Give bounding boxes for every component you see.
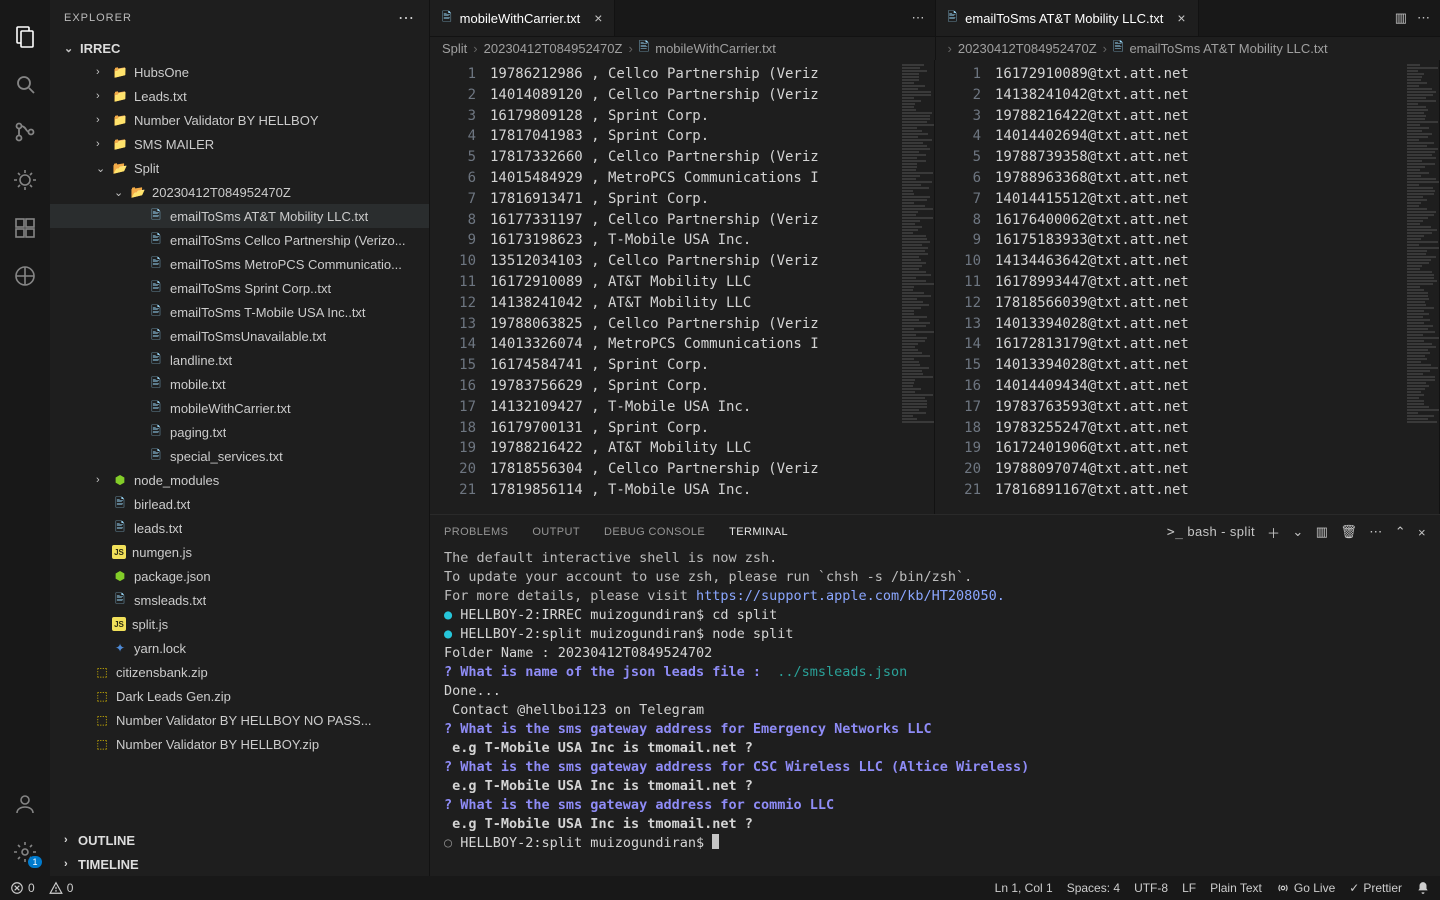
breadcrumb-right[interactable]: ›20230412T084952470Z› 🖹emailToSms AT&T M… <box>935 36 1440 60</box>
settings-badge: 1 <box>28 856 41 868</box>
terminal-output[interactable]: The default interactive shell is now zsh… <box>430 549 1440 876</box>
panel-tab-debug[interactable]: DEBUG CONSOLE <box>604 526 705 538</box>
tree-item[interactable]: 🖹mobile.txt <box>50 372 429 396</box>
panel-tab-output[interactable]: OUTPUT <box>532 526 580 538</box>
status-golive[interactable]: Go Live <box>1276 881 1335 895</box>
panel-tab-terminal[interactable]: TERMINAL <box>729 526 788 538</box>
terminal-dropdown-icon[interactable]: ⌄ <box>1292 524 1303 540</box>
maximize-panel-icon[interactable]: ⌃ <box>1395 524 1406 540</box>
remote-icon[interactable] <box>11 262 39 290</box>
status-eol[interactable]: LF <box>1182 881 1196 895</box>
explorer-sidebar: EXPLORER ⋯ ⌄IRREC ›📁HubsOne›📁Leads.txt›📁… <box>50 0 430 876</box>
tree-item[interactable]: 🖹emailToSms AT&T Mobility LLC.txt <box>50 204 429 228</box>
status-encoding[interactable]: UTF-8 <box>1134 881 1168 895</box>
settings-icon[interactable]: 1 <box>11 838 39 866</box>
tree-item[interactable]: ›⬢node_modules <box>50 468 429 492</box>
tree-item[interactable]: 🖹emailToSmsUnavailable.txt <box>50 324 429 348</box>
tree-item[interactable]: 🖹smsleads.txt <box>50 588 429 612</box>
status-warnings[interactable]: 0 <box>49 881 74 895</box>
tree-item[interactable]: ⬚Dark Leads Gen.zip <box>50 684 429 708</box>
more-icon[interactable]: ⋯ <box>912 10 925 26</box>
terminal-shell-label[interactable]: >_ bash - split <box>1167 524 1255 540</box>
tree-item[interactable]: 🖹mobileWithCarrier.txt <box>50 396 429 420</box>
tree-item[interactable]: ⬚Number Validator BY HELLBOY.zip <box>50 732 429 756</box>
more-icon[interactable]: ⋯ <box>1417 10 1430 26</box>
source-control-icon[interactable] <box>11 118 39 146</box>
new-terminal-icon[interactable]: ＋ <box>1267 523 1280 542</box>
status-language[interactable]: Plain Text <box>1210 881 1262 895</box>
tree-item[interactable]: 🖹emailToSms Cellco Partnership (Verizo..… <box>50 228 429 252</box>
tree-item[interactable]: ⬢package.json <box>50 564 429 588</box>
editor-right[interactable]: 123456789101112131415161718192021 161729… <box>935 60 1440 514</box>
account-icon[interactable] <box>11 790 39 818</box>
explorer-more-icon[interactable]: ⋯ <box>398 8 415 28</box>
more-icon[interactable]: ⋯ <box>1369 524 1382 540</box>
file-tree: ›📁HubsOne›📁Leads.txt›📁Number Validator B… <box>50 60 429 828</box>
status-ln-col[interactable]: Ln 1, Col 1 <box>995 881 1053 895</box>
outline-section[interactable]: ›OUTLINE <box>50 828 429 852</box>
close-icon[interactable]: × <box>594 10 602 26</box>
tree-item[interactable]: 🖹leads.txt <box>50 516 429 540</box>
panel-tab-problems[interactable]: PROBLEMS <box>444 526 508 538</box>
tab-mobilewithcarrier[interactable]: 🖹 mobileWithCarrier.txt × <box>430 0 615 36</box>
tree-item[interactable]: 🖹landline.txt <box>50 348 429 372</box>
tree-item[interactable]: ›📁Leads.txt <box>50 84 429 108</box>
tree-item[interactable]: 🖹emailToSms MetroPCS Communicatio... <box>50 252 429 276</box>
kill-terminal-icon[interactable]: 🗑 <box>1340 524 1357 540</box>
status-prettier[interactable]: ✓ Prettier <box>1349 881 1402 895</box>
split-terminal-icon[interactable]: ▥ <box>1316 524 1329 540</box>
bottom-panel: PROBLEMS OUTPUT DEBUG CONSOLE TERMINAL >… <box>430 514 1440 876</box>
explorer-icon[interactable] <box>11 22 39 50</box>
explorer-root[interactable]: ⌄IRREC <box>50 36 429 60</box>
minimap[interactable] <box>1403 60 1439 514</box>
status-errors[interactable]: 0 <box>10 881 35 895</box>
tree-item[interactable]: 🖹emailToSms T-Mobile USA Inc..txt <box>50 300 429 324</box>
tab-emailtosms-att[interactable]: 🖹 emailToSms AT&T Mobility LLC.txt × <box>936 0 1199 36</box>
tree-item[interactable]: 🖹paging.txt <box>50 420 429 444</box>
tree-item[interactable]: ⬚citizensbank.zip <box>50 660 429 684</box>
explorer-title: EXPLORER <box>64 12 132 24</box>
tree-item[interactable]: JSnumgen.js <box>50 540 429 564</box>
tree-item[interactable]: 🖹emailToSms Sprint Corp..txt <box>50 276 429 300</box>
timeline-section[interactable]: ›TIMELINE <box>50 852 429 876</box>
tab-label: emailToSms AT&T Mobility LLC.txt <box>965 11 1163 26</box>
editor-left[interactable]: 123456789101112131415161718192021 197862… <box>430 60 935 514</box>
tree-item[interactable]: ⌄📂20230412T084952470Z <box>50 180 429 204</box>
file-icon: 🖹 <box>948 8 958 29</box>
search-icon[interactable] <box>11 70 39 98</box>
activity-bar: 1 <box>0 0 50 876</box>
close-panel-icon[interactable]: × <box>1418 525 1426 540</box>
tree-item[interactable]: ›📁SMS MAILER <box>50 132 429 156</box>
minimap[interactable] <box>898 60 934 514</box>
split-layout-icon[interactable]: ▥ <box>1395 10 1407 26</box>
tree-item[interactable]: JSsplit.js <box>50 612 429 636</box>
close-icon[interactable]: × <box>1177 10 1185 26</box>
status-bar: 0 0 Ln 1, Col 1 Spaces: 4 UTF-8 LF Plain… <box>0 876 1440 900</box>
extensions-icon[interactable] <box>11 214 39 242</box>
tree-item[interactable]: ✦yarn.lock <box>50 636 429 660</box>
status-spaces[interactable]: Spaces: 4 <box>1067 881 1120 895</box>
tree-item[interactable]: ›📁HubsOne <box>50 60 429 84</box>
breadcrumb-left[interactable]: Split› 20230412T084952470Z› 🖹mobileWithC… <box>430 36 935 60</box>
tree-item[interactable]: ›📁Number Validator BY HELLBOY <box>50 108 429 132</box>
tree-item[interactable]: 🖹birlead.txt <box>50 492 429 516</box>
tree-item[interactable]: 🖹special_services.txt <box>50 444 429 468</box>
tree-item[interactable]: ⌄📂Split <box>50 156 429 180</box>
tab-label: mobileWithCarrier.txt <box>460 11 581 26</box>
file-icon: 🖹 <box>442 8 452 29</box>
tree-item[interactable]: ⬚Number Validator BY HELLBOY NO PASS... <box>50 708 429 732</box>
status-bell-icon[interactable] <box>1416 881 1430 895</box>
debug-icon[interactable] <box>11 166 39 194</box>
